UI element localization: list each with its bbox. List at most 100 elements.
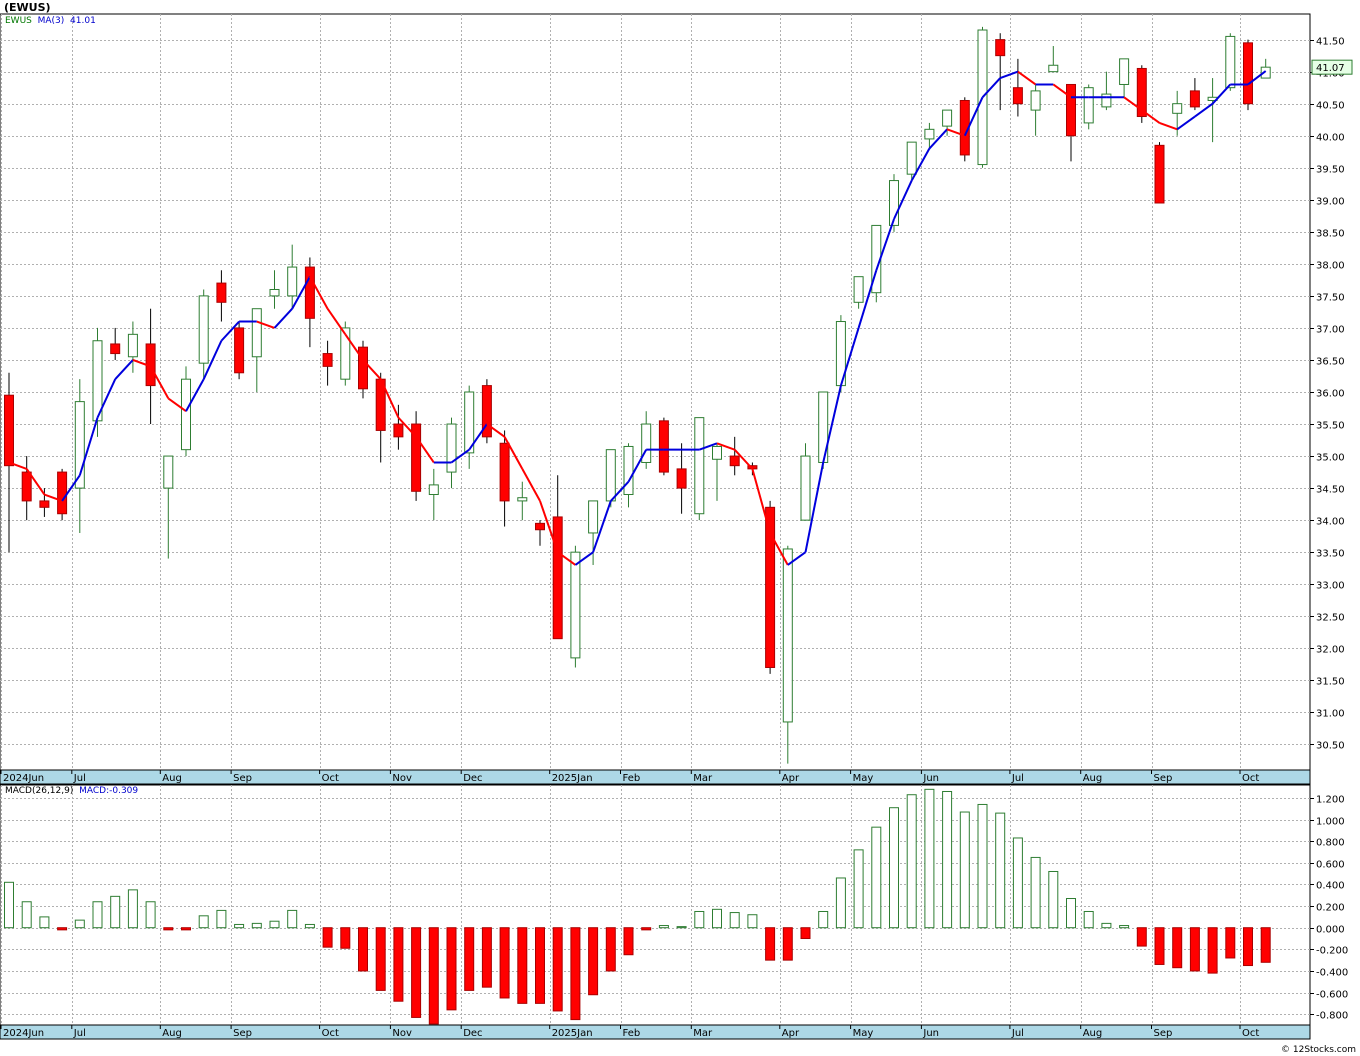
macd-bar <box>942 790 953 929</box>
macd-y-tick-label: 0.400 <box>1316 881 1345 892</box>
price-x-tick-label: Oct <box>322 773 339 784</box>
macd-bar <box>1172 927 1183 969</box>
candle-body <box>729 455 740 467</box>
price-x-tick-label: May <box>853 773 874 784</box>
price-y-tick-label: 39.00 <box>1316 197 1345 208</box>
macd-x-tick-label: Feb <box>623 1028 641 1039</box>
macd-bar <box>1048 870 1059 929</box>
candle-body <box>552 516 563 640</box>
macd-bar <box>4 881 14 929</box>
price-y-tick-label: 35.00 <box>1316 453 1345 464</box>
macd-bar <box>375 927 386 991</box>
candle-body <box>181 378 191 451</box>
macd-bar <box>428 927 439 1025</box>
macd-bar <box>21 901 32 929</box>
price-y-tick-label: 32.00 <box>1316 645 1345 656</box>
macd-bar <box>269 920 280 929</box>
price-y-tick-label: 38.00 <box>1316 261 1345 272</box>
candle <box>57 468 68 521</box>
candle <box>658 417 669 476</box>
macd-x-tick-label: Oct <box>1242 1028 1259 1039</box>
macd-bar <box>198 915 209 929</box>
candle-body <box>251 308 262 358</box>
candle-body <box>1189 90 1200 108</box>
macd-y-tick-label: -0.800 <box>1316 1011 1348 1022</box>
candle <box>889 174 899 232</box>
credit-text: © 12Stocks.com <box>1281 1045 1356 1055</box>
macd-bar <box>641 927 652 931</box>
macd-bar <box>835 877 846 929</box>
macd-bar <box>127 889 138 929</box>
candle-body <box>1225 35 1236 89</box>
macd-bar <box>234 923 245 929</box>
candle-body <box>446 423 457 473</box>
macd-x-tick-label: Jun <box>922 1028 939 1039</box>
macd-bar <box>552 927 563 1012</box>
macd-bar <box>1030 856 1041 929</box>
macd-bar <box>995 812 1006 929</box>
macd-y-tick-label: 1.200 <box>1316 795 1345 806</box>
candle-body <box>800 455 811 521</box>
macd-bar <box>1012 837 1023 929</box>
macd-bar <box>499 927 510 999</box>
candle-body <box>1172 103 1183 114</box>
macd-x-tick-label: Apr <box>782 1028 800 1039</box>
macd-x-tick-label: 2024Jun <box>3 1028 44 1039</box>
macd-bar <box>906 794 917 929</box>
macd-x-tick-label: 2025Jan <box>552 1028 593 1039</box>
macd-bar <box>1260 927 1271 963</box>
price-y-tick-label: 31.00 <box>1316 709 1345 720</box>
candle <box>1136 65 1147 123</box>
candle <box>1154 142 1165 204</box>
price-x-tick-label: Feb <box>623 773 641 784</box>
macd-bar <box>853 849 864 929</box>
macd-bar <box>676 926 687 929</box>
macd-y-tick-label: -0.400 <box>1316 968 1348 979</box>
candle-body <box>906 141 917 175</box>
candle-body <box>1048 64 1059 73</box>
candle-body <box>234 327 245 374</box>
candle-body <box>358 346 368 390</box>
macd-bar <box>358 927 368 972</box>
candle-body <box>712 445 722 460</box>
macd-bar <box>163 927 174 931</box>
candle-body <box>216 282 227 303</box>
candle <box>1225 33 1236 91</box>
price-x-tick-label: Aug <box>1083 773 1103 784</box>
macd-bar <box>747 914 758 929</box>
candle-body <box>304 266 315 319</box>
candle <box>1083 84 1094 130</box>
macd-y-tick-label: 1.000 <box>1316 817 1345 828</box>
macd-bar <box>1154 927 1165 965</box>
macd-bar <box>145 901 156 929</box>
candle-body <box>1243 42 1253 105</box>
candle-body <box>21 471 32 502</box>
candle-body <box>658 420 669 473</box>
candle-body <box>198 295 209 364</box>
macd-bar <box>1083 910 1094 929</box>
price-y-tick-label: 34.00 <box>1316 517 1345 528</box>
macd-y-tick-label: 0.600 <box>1316 860 1345 871</box>
legend-ma-value: 41.01 <box>70 16 96 26</box>
price-x-tick-label: 2025Jan <box>552 773 593 784</box>
macd-x-tick-label: Jul <box>73 1028 86 1039</box>
price-x-tick-label: Dec <box>463 773 482 784</box>
candle-body <box>322 353 333 367</box>
macd-bar <box>517 927 528 1004</box>
macd-bar <box>446 927 457 1011</box>
macd-bar <box>1119 925 1130 929</box>
candle-body <box>1154 144 1165 204</box>
price-x-tick-label: Mar <box>693 773 713 784</box>
macd-bar <box>1243 927 1253 967</box>
price-y-tick-label: 31.50 <box>1316 677 1345 688</box>
macd-bar <box>623 927 634 956</box>
macd-legend-value: MACD:-0.309 <box>79 786 139 796</box>
price-y-tick-label: 37.50 <box>1316 293 1345 304</box>
price-x-tick-label: Apr <box>782 773 800 784</box>
price-y-tick-label: 33.00 <box>1316 581 1345 592</box>
candle-body <box>995 39 1006 57</box>
macd-bar <box>1207 927 1218 974</box>
price-y-tick-label: 41.50 <box>1316 37 1345 48</box>
macd-bar <box>304 923 315 929</box>
candle-body <box>782 548 793 723</box>
